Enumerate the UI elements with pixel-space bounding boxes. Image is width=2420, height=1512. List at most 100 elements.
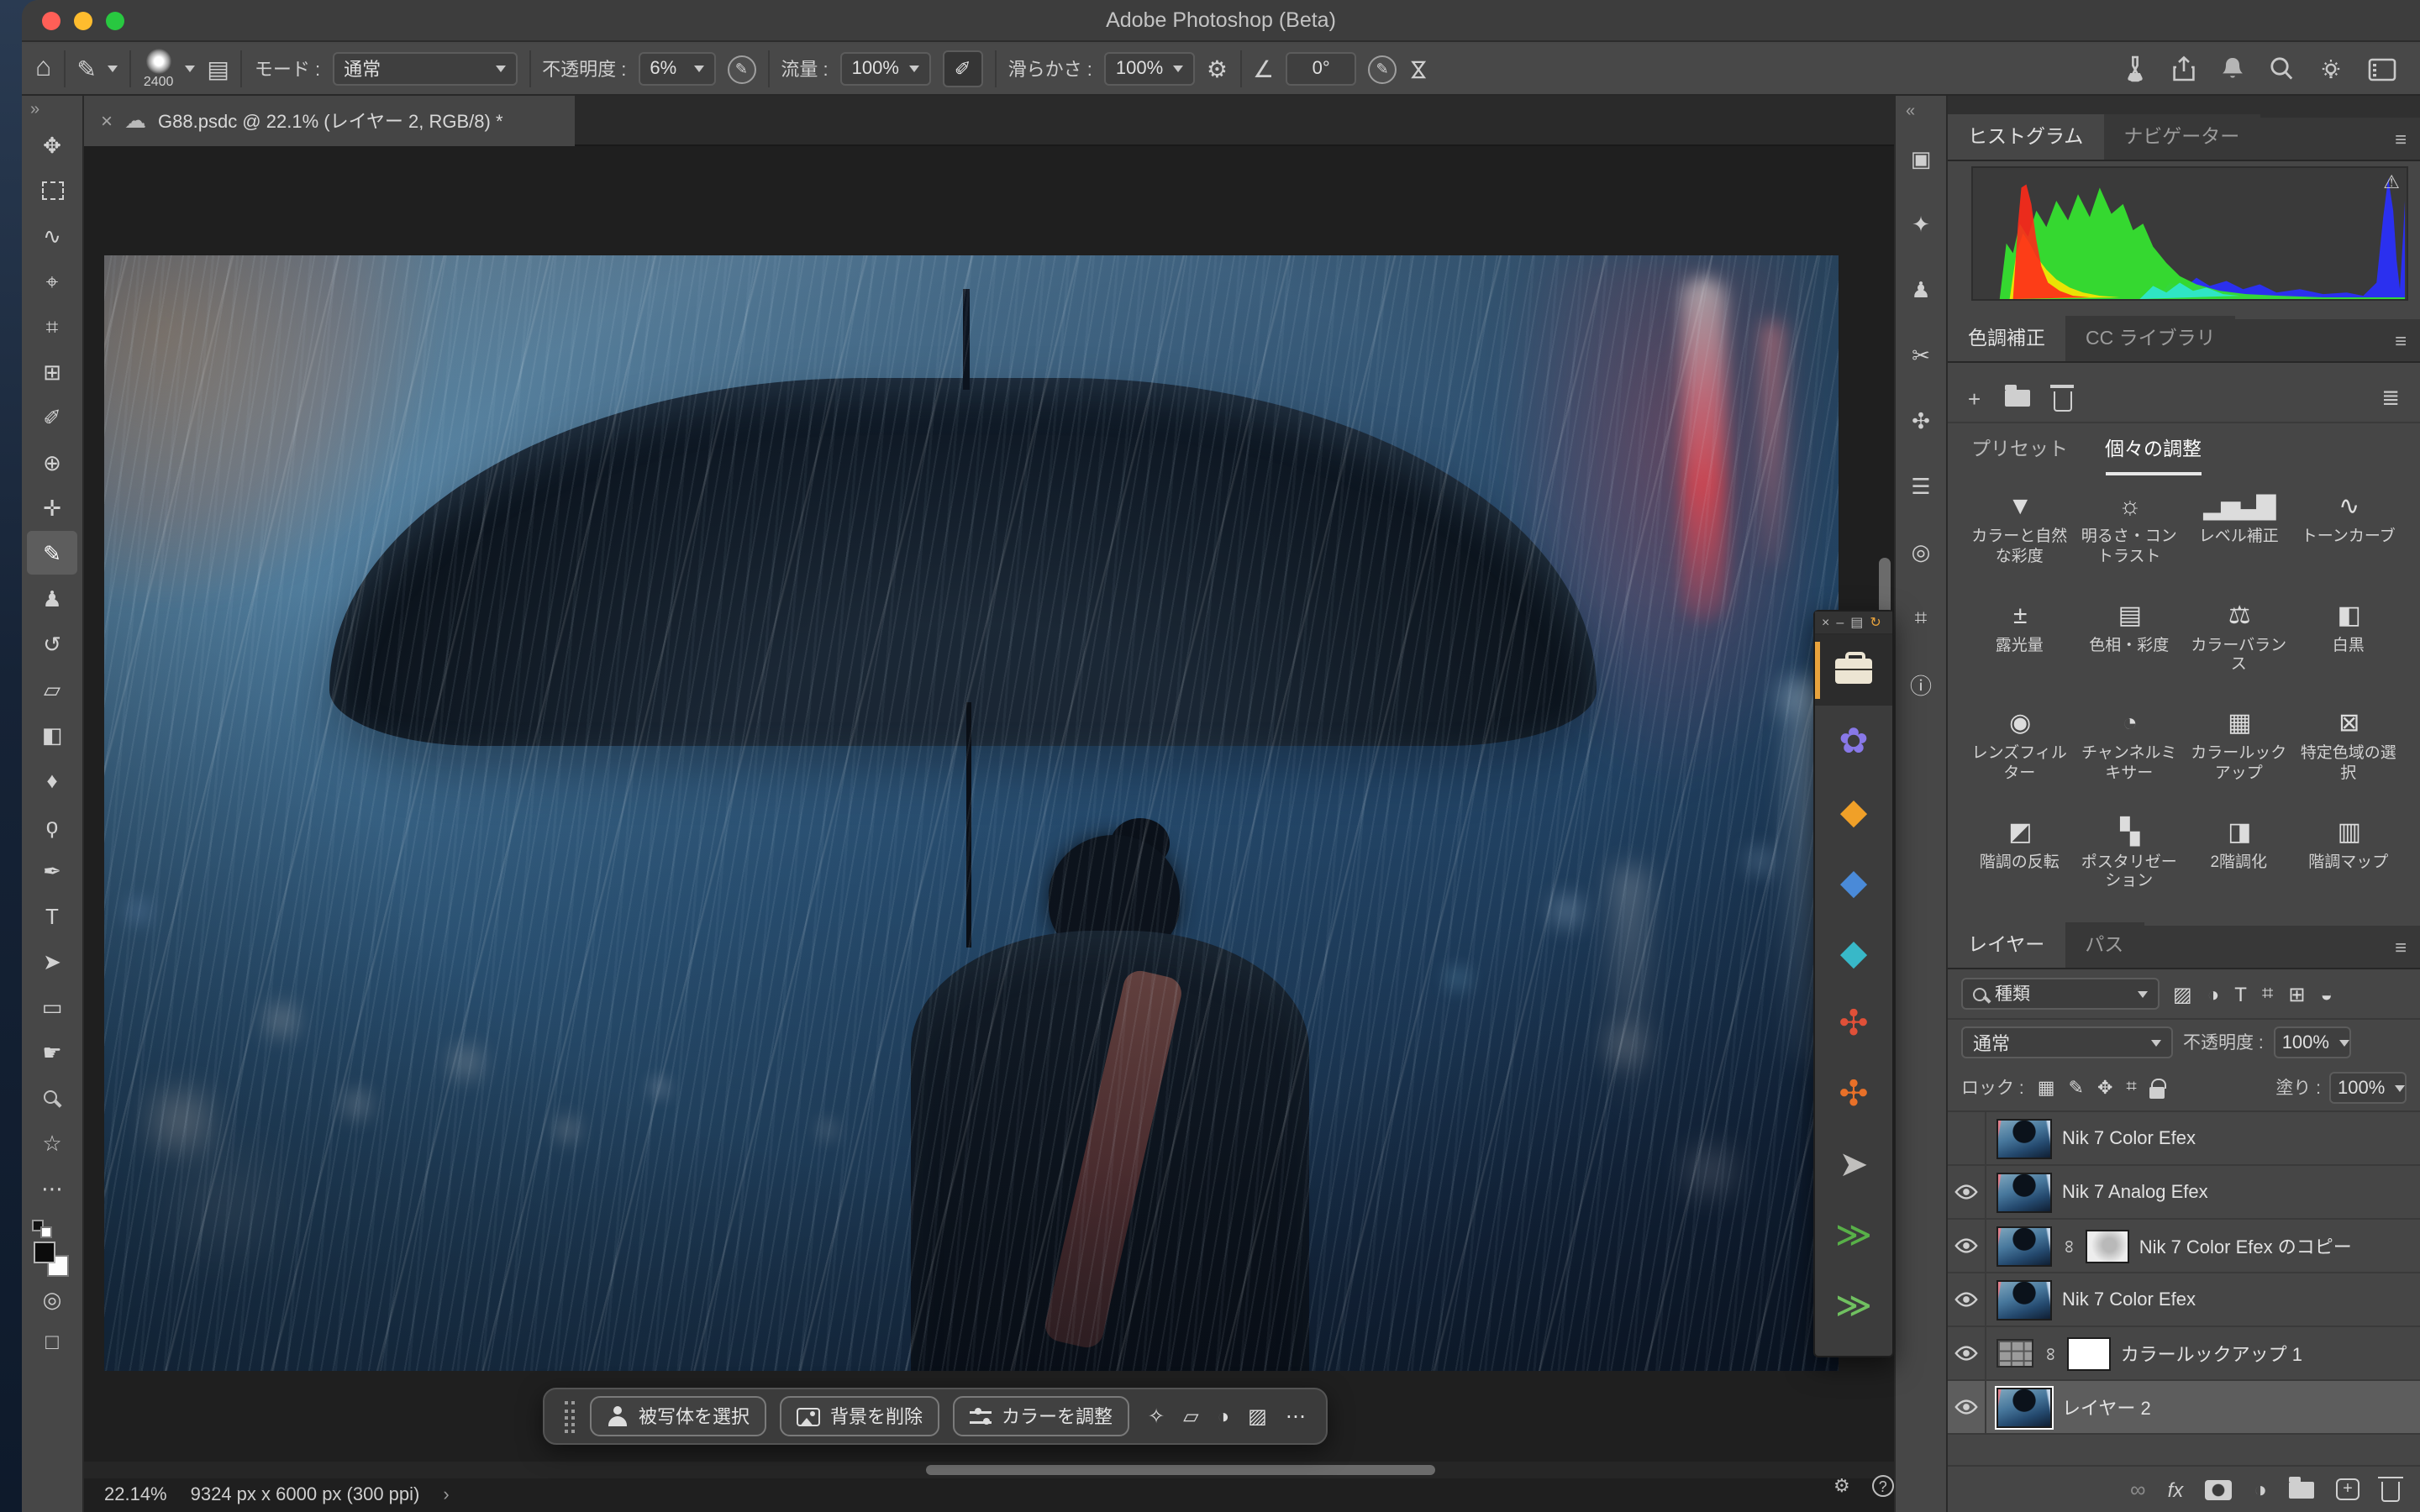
tool-rectangular-marquee[interactable] <box>27 168 77 212</box>
visibility-toggle[interactable] <box>1948 1327 1986 1379</box>
nik-color-efex[interactable]: ◆ <box>1815 776 1892 847</box>
collapsed-panel-properties[interactable]: ☰ <box>1901 469 1941 506</box>
status-chevron-icon[interactable]: › <box>443 1485 449 1505</box>
beta-flask-icon[interactable] <box>2123 55 2148 82</box>
tool-object-selection[interactable]: ⌖ <box>27 259 77 302</box>
toggle-brush-settings-icon[interactable]: ▤ <box>207 57 229 81</box>
nik-viveza[interactable]: ✣ <box>1815 988 1892 1058</box>
tool-lasso[interactable]: ∿ <box>27 213 77 257</box>
search-icon[interactable] <box>2269 55 2294 82</box>
nik-perspective-efex[interactable]: ≫ <box>1815 1270 1892 1341</box>
brush-angle-input[interactable]: 0° <box>1286 52 1356 86</box>
visibility-toggle[interactable] <box>1948 1112 1986 1164</box>
gear-icon[interactable]: ⚙ <box>1207 57 1228 81</box>
share-icon[interactable] <box>2171 55 2196 82</box>
collapsed-panel-color[interactable]: ✣ <box>1901 403 1941 440</box>
list-view-icon[interactable]: ≣ <box>2381 385 2400 412</box>
visibility-toggle[interactable] <box>1948 1166 1986 1218</box>
tab-adjustments[interactable]: 色調補正 <box>1948 316 2065 361</box>
nik-collection-home[interactable] <box>1815 635 1892 706</box>
nik-hdr-efex[interactable]: ✣ <box>1815 1058 1892 1129</box>
clipping-warning-icon[interactable]: ⚠ <box>2383 171 2400 193</box>
new-group-folder-icon[interactable] <box>2004 390 2029 407</box>
zoom-level[interactable]: 22.14% <box>104 1485 167 1505</box>
help-icon[interactable]: ? <box>1872 1475 1894 1497</box>
tool-edit-toolbar[interactable]: ⋯ <box>27 1166 77 1210</box>
layer-effects-icon[interactable]: fx <box>2168 1478 2184 1501</box>
horizontal-scrollbar-thumb[interactable] <box>926 1465 1435 1475</box>
tool-zoom[interactable] <box>27 1075 77 1119</box>
collapsed-panel-crop[interactable]: ✂ <box>1901 338 1941 375</box>
tool-remove[interactable]: ✛ <box>27 486 77 529</box>
delete-icon[interactable] <box>2053 391 2071 411</box>
adjustment-item-14[interactable]: ▚ポスタリゼーション <box>2075 817 2185 912</box>
paint-symmetry-icon[interactable]: ⋈ <box>1408 58 1430 80</box>
collapsed-panel-clone-source[interactable]: ♟ <box>1901 272 1941 309</box>
lock-artboard-icon[interactable]: ⌗ <box>2126 1077 2136 1099</box>
add-adjustment-icon[interactable]: + <box>1968 386 1981 411</box>
filter-artboards-icon[interactable]: ◒ <box>2321 982 2333 1005</box>
nik-sharpener[interactable]: ➤ <box>1815 1129 1892 1200</box>
adjustment-item-11[interactable]: ▦カラールックアップ <box>2184 709 2294 804</box>
lock-transparent-pixels-icon[interactable]: ▦ <box>2038 1077 2055 1099</box>
lock-position-icon[interactable]: ✥ <box>2097 1077 2112 1099</box>
chevron-down-icon[interactable] <box>185 66 195 72</box>
adjustment-item-3[interactable]: ▂▅▃▇レベル補正 <box>2184 492 2294 587</box>
tool-type[interactable]: T <box>27 894 77 937</box>
context-button-1[interactable]: 被写体を選択 <box>590 1396 766 1436</box>
adjustment-item-8[interactable]: ◧白黒 <box>2294 601 2404 696</box>
filter-pixel-layers-icon[interactable]: ▨ <box>2173 982 2192 1005</box>
collapsed-panel-brushes[interactable]: ✦ <box>1901 207 1941 244</box>
more-options-icon[interactable]: ⋯ <box>1286 1404 1306 1428</box>
pressure-opacity-icon[interactable]: ✎ <box>727 55 755 83</box>
layer-blend-mode-select[interactable]: 通常 <box>1961 1026 2173 1058</box>
filter-shape-layers-icon[interactable]: ⌗ <box>2262 981 2274 1006</box>
nik-output-sharpener[interactable]: ≫ <box>1815 1200 1892 1270</box>
smoothing-input[interactable]: 100% <box>1104 52 1195 86</box>
tool-eraser[interactable]: ▱ <box>27 667 77 711</box>
panel-menu-icon[interactable]: ≡ <box>2381 936 2420 968</box>
tool-move[interactable]: ✥ <box>27 123 77 166</box>
quick-mask-icon[interactable]: ◎ <box>43 1287 62 1314</box>
collapsed-panel-library[interactable]: ⌗ <box>1901 600 1941 637</box>
tab-navigator[interactable]: ナビゲーター <box>2103 114 2260 160</box>
layer-row[interactable]: ∞Nik 7 Color Efex のコピー <box>1948 1220 2420 1273</box>
lock-all-icon[interactable] <box>2150 1087 2165 1099</box>
adjustment-item-12[interactable]: ⊠特定色域の選択 <box>2294 709 2404 804</box>
visibility-toggle[interactable] <box>1948 1273 1986 1326</box>
opacity-input[interactable]: 6% <box>638 52 715 86</box>
tool-custom-shape[interactable]: ☆ <box>27 1121 77 1164</box>
nik-silver-efex[interactable]: ◆ <box>1815 917 1892 988</box>
filter-smart-objects-icon[interactable]: ⊞ <box>2288 982 2305 1005</box>
layer-opacity-input[interactable]: 100% <box>2274 1026 2351 1058</box>
adjustment-item-9[interactable]: ◉レンズフィルター <box>1965 709 2075 804</box>
delete-layer-icon[interactable] <box>2381 1482 2400 1502</box>
tool-hand[interactable]: ☛ <box>27 1030 77 1074</box>
adjustment-item-15[interactable]: ◨2階調化 <box>2184 817 2294 912</box>
notifications-bell-icon[interactable] <box>2220 55 2245 82</box>
layer-fill-input[interactable]: 100% <box>2329 1072 2407 1104</box>
blend-mode-select[interactable]: 通常 <box>332 52 517 86</box>
tool-blur[interactable]: ♦ <box>27 758 77 801</box>
adjustment-item-2[interactable]: ☼明るさ・コントラスト <box>2075 492 2185 587</box>
filter-adjustment-layers-icon[interactable]: ◑ <box>2207 982 2220 1005</box>
tool-eyedropper[interactable]: ✐ <box>27 395 77 438</box>
brush-preset-picker[interactable]: 2400 <box>144 49 174 89</box>
context-button-3[interactable]: カラーを調整 <box>953 1396 1129 1436</box>
horizontal-scrollbar[interactable] <box>84 1462 1894 1478</box>
tool-pen[interactable]: ✒ <box>27 848 77 892</box>
adjustment-item-4[interactable]: ∿トーンカーブ <box>2294 492 2404 587</box>
transform-icon[interactable]: ▱ <box>1183 1404 1198 1428</box>
link-layers-icon[interactable]: ∞ <box>2130 1478 2146 1500</box>
tool-clone-stamp[interactable]: ♟ <box>27 576 77 620</box>
screen-mode-icon[interactable]: □ <box>45 1329 59 1354</box>
tool-brush[interactable]: ✎ <box>27 531 77 575</box>
collapsed-panel-swatches[interactable]: ▣ <box>1901 141 1941 178</box>
new-layer-icon[interactable]: + <box>2336 1478 2360 1500</box>
layer-row[interactable]: Nik 7 Analog Efex <box>1948 1166 2420 1220</box>
visibility-toggle[interactable] <box>1948 1381 1986 1433</box>
new-adjustment-layer-icon[interactable]: ◑ <box>2254 1478 2267 1500</box>
new-group-icon[interactable] <box>2289 1481 2314 1498</box>
subtab-presets[interactable]: プリセット <box>1971 435 2068 475</box>
document-tab[interactable]: × ☁ G88.psdc @ 22.1% (レイヤー 2, RGB/8) * <box>84 96 575 146</box>
